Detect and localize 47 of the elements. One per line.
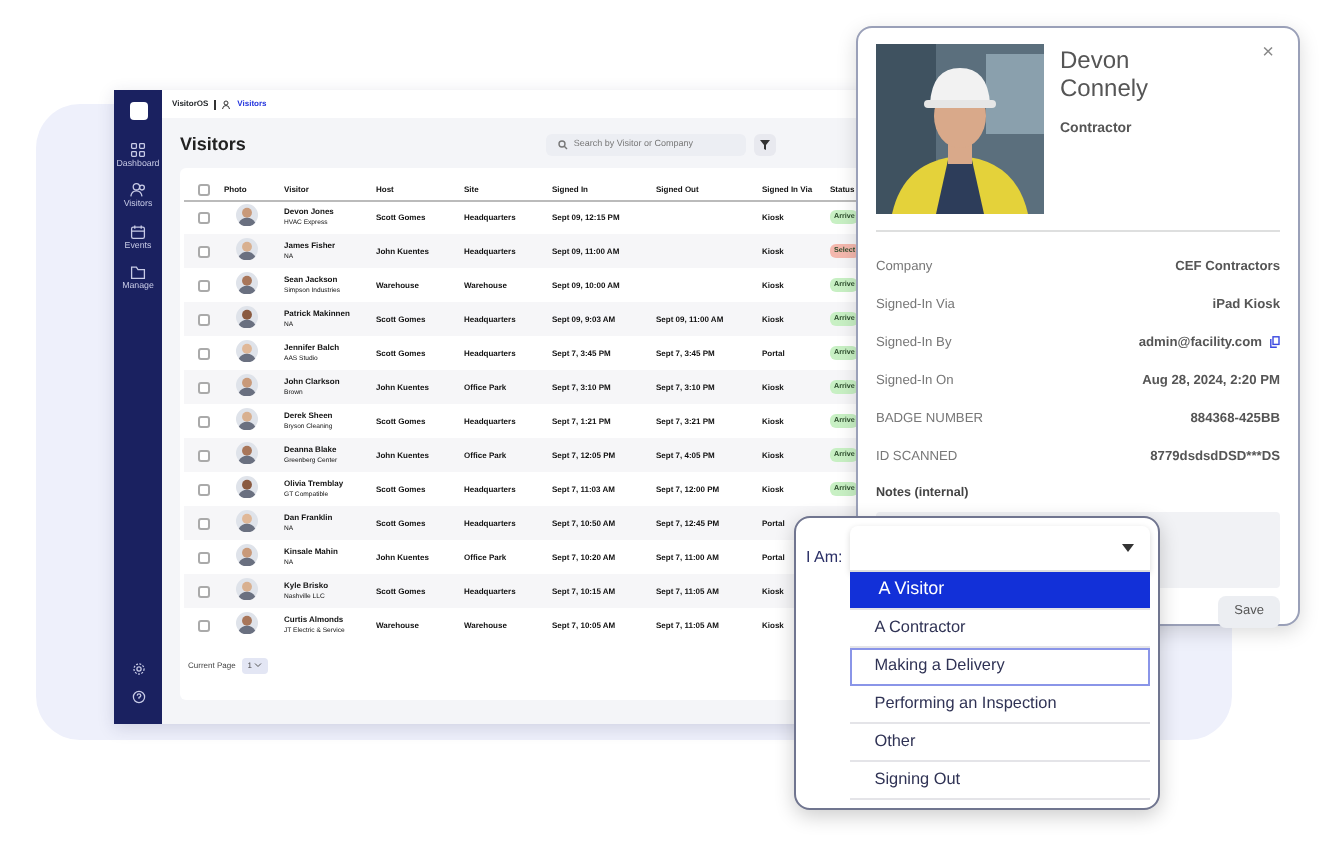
people-icon [221,99,232,109]
calendar-icon [130,223,146,240]
visitor-name: Devon Connely [1060,48,1151,104]
copy-icon[interactable] [1270,336,1280,349]
people-icon [129,182,146,199]
select-all-checkbox[interactable] [198,183,210,196]
caret-icon [1122,544,1134,552]
row-checkbox[interactable] [198,483,210,495]
avatar [236,238,258,260]
dropdown-option[interactable]: Making a Delivery [850,648,1150,686]
avatar [236,578,258,600]
grid-icon [129,142,146,158]
row-checkbox[interactable] [198,449,210,461]
row-checkbox[interactable] [198,245,210,257]
row-checkbox[interactable] [198,279,210,291]
avatar [236,442,258,464]
avatar [236,544,258,566]
chevron-icon [254,662,263,669]
row-checkbox[interactable] [198,347,210,359]
filter-button[interactable] [753,134,776,156]
field-label: I Am: [806,546,843,570]
row-checkbox[interactable] [198,517,210,529]
avatar [236,408,258,430]
avatar [236,476,258,498]
filter-icon [759,140,770,150]
row-checkbox[interactable] [198,211,210,224]
avatar [236,374,258,396]
row-checkbox[interactable] [198,585,210,597]
close-button[interactable]: × [1262,44,1274,64]
avatar [236,306,258,328]
row-checkbox[interactable] [198,551,210,563]
search-icon [557,140,568,150]
gear-icon[interactable] [131,662,145,676]
avatar [236,612,258,634]
avatar [236,510,258,532]
avatar [236,340,258,362]
help-icon[interactable] [131,690,145,704]
avatar [236,272,258,294]
row-checkbox[interactable] [198,381,210,393]
logo-icon [129,102,147,120]
dropdown-option[interactable]: A Visitor [850,572,1150,610]
row-checkbox[interactable] [198,415,210,427]
page-title: Visitors [180,134,246,156]
folder-icon [130,264,146,281]
row-checkbox[interactable] [198,619,210,631]
avatar [236,204,258,227]
row-checkbox[interactable] [198,313,210,325]
